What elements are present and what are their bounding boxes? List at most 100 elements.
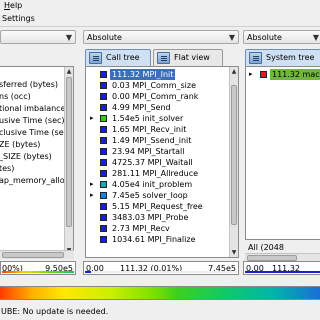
metric-label: ns (occ) — [0, 92, 31, 101]
system-tree-panel: ▸ 111.32 machi — [245, 66, 320, 240]
call-tree-row[interactable]: ▸ 4.05e4 init_problem — [86, 179, 226, 190]
settings-menu[interactable]: Settings — [2, 13, 35, 24]
severity-color-square — [100, 104, 107, 111]
call-tree-row[interactable]: 3483.03 MPI_Probe — [86, 212, 226, 223]
call-tree-panel: 111.32 MPI_Init 0.03 MPI_Comm_size 0.00 … — [85, 66, 239, 258]
severity-color-square — [260, 71, 267, 78]
chevron-down-icon: ▼ — [312, 33, 319, 42]
status-bar: UBE: No update is needed. — [0, 304, 320, 320]
call-tree-row[interactable]: ▸ 7.45e5 solver_loop — [86, 190, 226, 201]
call-tree-label: 4.05e4 init_problem — [112, 180, 193, 189]
call-tree-row[interactable]: 2.73 MPI_Recv — [86, 223, 226, 234]
tree-view-icon — [89, 52, 102, 64]
metric-vertical-scrollbar[interactable]: ▲ ▼ — [64, 67, 73, 255]
call-tree-row[interactable]: 0.00 MPI_Comm_rank — [86, 91, 226, 102]
call-tree-row[interactable]: ▸ 1.54e5 init_solver — [86, 113, 226, 124]
call-mode-selector[interactable]: Absolute ▼ — [83, 30, 239, 44]
severity-color-square — [100, 214, 107, 221]
metric-label: tional imbalance ( — [0, 104, 72, 113]
system-tree-label: 111.32 machi — [270, 69, 320, 80]
metric-horizontal-scrollbar[interactable] — [0, 250, 74, 259]
call-tree-row[interactable]: 281.11 MPI_Allreduce — [86, 168, 226, 179]
tab-flat-view-label: Flat view — [174, 53, 210, 62]
severity-color-square — [100, 82, 107, 89]
call-tree-label: 5.15 MPI_Request_free — [112, 202, 203, 211]
metric-tree-panel: sferred (bytes) ns (occ) tional imbalanc… — [0, 66, 74, 256]
value-gradient-line — [85, 271, 237, 273]
metric-selector[interactable]: ▼ — [0, 30, 76, 44]
call-tree-row[interactable]: 4.99 MPI_Send — [86, 102, 226, 113]
scroll-down-icon[interactable]: ▼ — [230, 248, 238, 257]
call-tree-row[interactable]: 5.15 MPI_Request_free — [86, 201, 226, 212]
call-tree-label: 23.94 MPI_Startall — [112, 147, 185, 156]
severity-color-square — [100, 225, 107, 232]
tab-system-tree-label: System tree — [266, 53, 315, 62]
call-tree-row[interactable]: 111.32 MPI_Init — [86, 69, 226, 80]
scroll-thumb[interactable] — [231, 85, 237, 225]
chevron-down-icon: ▼ — [228, 33, 235, 42]
scroll-thumb[interactable] — [66, 77, 72, 227]
system-mode-selector[interactable]: Absolute ▼ — [243, 30, 320, 44]
metric-value-bar: 00%) 9.50e5 — [0, 261, 76, 275]
call-tree-row[interactable]: 1.65 MPI_Recv_init — [86, 124, 226, 135]
call-tree-label: 0.00 MPI_Comm_rank — [112, 92, 199, 101]
severity-color-square — [100, 203, 107, 210]
call-tree-label: 3483.03 MPI_Probe — [112, 213, 189, 222]
scroll-up-icon[interactable]: ▲ — [230, 67, 238, 76]
call-tree-label: 7.45e5 solver_loop — [112, 191, 188, 200]
severity-color-square — [100, 159, 107, 166]
call-tree-label: 111.32 MPI_Init — [110, 69, 176, 80]
call-tree-label: 4725.37 MPI_Waitall — [112, 158, 193, 167]
settings-toolbar: Settings — [0, 11, 320, 27]
severity-color-square — [100, 71, 107, 78]
flat-view-icon — [157, 52, 170, 64]
call-tree-row[interactable]: 4725.37 MPI_Waitall — [86, 157, 226, 168]
severity-color-square — [100, 181, 107, 188]
call-tree-row[interactable]: 23.94 MPI_Startall — [86, 146, 226, 157]
call-mode-selector-value: Absolute — [87, 33, 122, 42]
system-tree-icon — [249, 52, 262, 64]
metric-label: _SIZE (bytes) — [0, 152, 52, 161]
severity-color-legend — [0, 286, 320, 300]
call-tree-vertical-scrollbar[interactable]: ▲ ▼ — [229, 67, 238, 257]
tab-call-tree-label: Call tree — [106, 53, 140, 62]
call-tree-row[interactable]: 1.49 MPI_Ssend_init — [86, 135, 226, 146]
expand-arrow-icon[interactable]: ▸ — [90, 190, 94, 201]
severity-color-square — [100, 236, 107, 243]
metric-label: tes) — [0, 164, 15, 173]
menu-bar: Help — [0, 0, 320, 11]
call-tree-label: 1034.61 MPI_Finalize — [112, 235, 196, 244]
value-gradient-line — [2, 271, 74, 273]
scroll-thumb[interactable] — [2, 252, 64, 258]
call-tree-label: 281.11 MPI_Allreduce — [112, 169, 199, 178]
call-tree-label: 4.99 MPI_Send — [112, 103, 171, 112]
severity-color-square — [100, 170, 107, 177]
severity-color-square — [100, 192, 107, 199]
severity-color-square — [100, 137, 107, 144]
expand-arrow-icon[interactable]: ▸ — [249, 69, 253, 80]
call-tree-row[interactable]: 0.03 MPI_Comm_size — [86, 80, 226, 91]
metric-label: ap_memory_alloc — [0, 176, 70, 185]
menu-help[interactable]: Help — [4, 0, 22, 11]
metric-label: clusive Time (sec — [0, 128, 69, 137]
scroll-up-icon[interactable]: ▲ — [65, 67, 73, 76]
call-tree-row[interactable]: 1034.61 MPI_Finalize — [86, 234, 226, 245]
tab-system-tree[interactable]: System tree — [245, 49, 320, 67]
expand-arrow-icon[interactable]: ▸ — [90, 113, 94, 124]
value-gradient-line — [245, 271, 320, 273]
call-tree-label: 0.03 MPI_Comm_size — [112, 81, 197, 90]
expand-arrow-icon[interactable]: ▸ — [90, 179, 94, 190]
call-value-bar: 0.00 111.32 (0.01%) 7.45e5 — [83, 261, 239, 275]
system-tree-row[interactable]: ▸ 111.32 machi — [246, 69, 320, 80]
tab-call-tree[interactable]: Call tree — [85, 49, 151, 67]
chevron-down-icon: ▼ — [65, 33, 72, 42]
call-tree-label: 2.73 MPI_Recv — [112, 224, 170, 233]
menu-help-rest: elp — [10, 1, 23, 10]
call-tree-label: 1.65 MPI_Recv_init — [112, 125, 187, 134]
metric-label: usive Time (sec) — [0, 116, 65, 125]
severity-color-square — [100, 93, 107, 100]
tab-flat-view[interactable]: Flat view — [153, 49, 223, 67]
call-tree-label: 1.49 MPI_Ssend_init — [112, 136, 192, 145]
system-value-bar: 0.00 111.32 — [243, 261, 320, 275]
metric-label: sferred (bytes) — [0, 80, 58, 89]
